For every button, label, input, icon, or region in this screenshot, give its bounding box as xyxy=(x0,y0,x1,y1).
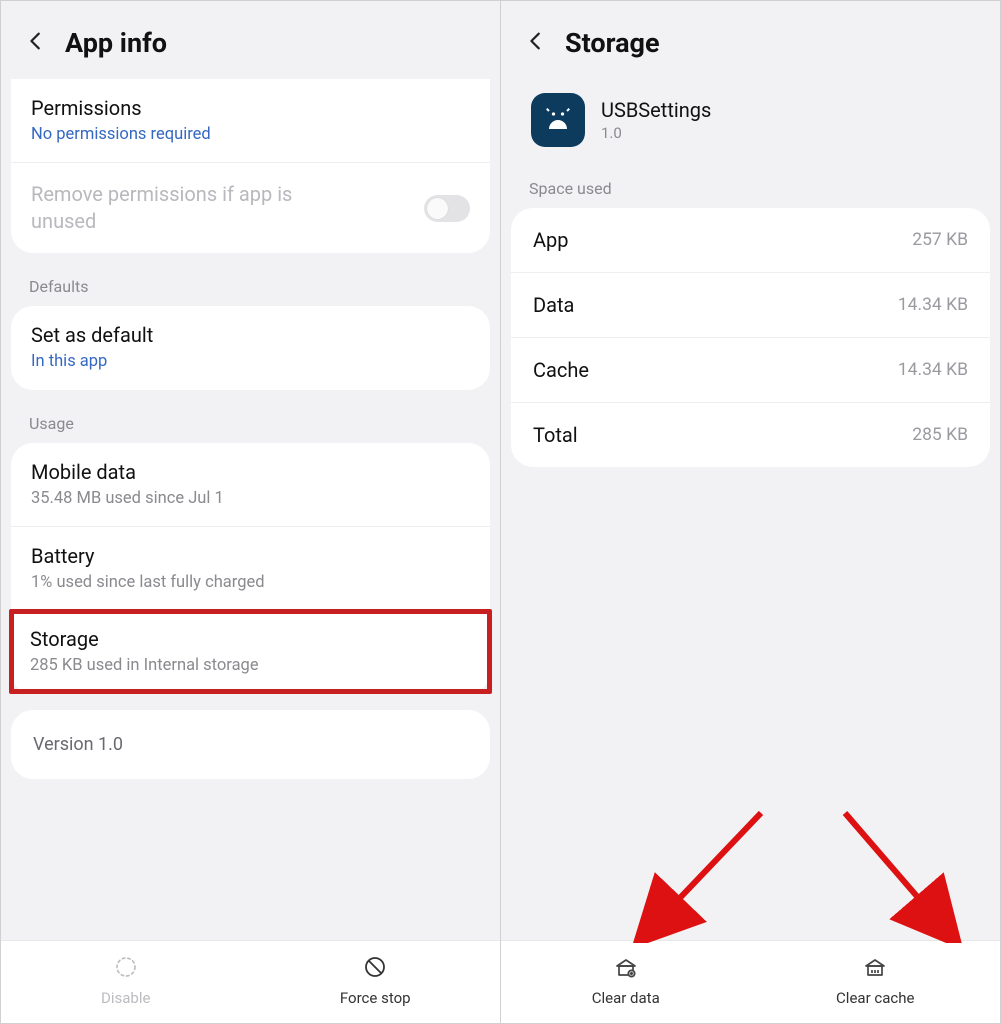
data-size-label: Data xyxy=(533,293,574,317)
row-data-size: Data 14.34 KB xyxy=(511,272,990,337)
force-stop-icon xyxy=(363,955,387,983)
card-usage: Mobile data 35.48 MB used since Jul 1 Ba… xyxy=(11,443,490,695)
app-icon xyxy=(531,93,585,147)
disable-button: Disable xyxy=(1,941,251,1023)
permissions-title: Permissions xyxy=(31,95,470,122)
row-set-default[interactable]: Set as default In this app xyxy=(11,306,490,389)
permissions-sub: No permissions required xyxy=(31,124,470,146)
storage-screen: Storage USBSettings 1.0 Space used App 2… xyxy=(501,1,1000,1023)
app-size-label: App xyxy=(533,228,569,252)
mobile-data-sub: 35.48 MB used since Jul 1 xyxy=(31,488,470,510)
disable-icon xyxy=(114,955,138,983)
disable-label: Disable xyxy=(101,989,150,1007)
header: App info xyxy=(1,1,500,79)
row-mobile-data[interactable]: Mobile data 35.48 MB used since Jul 1 xyxy=(11,443,490,526)
clear-cache-button[interactable]: Clear cache xyxy=(751,941,1001,1023)
row-battery[interactable]: Battery 1% used since last fully charged xyxy=(11,526,490,610)
app-version: 1.0 xyxy=(601,124,711,142)
battery-title: Battery xyxy=(31,543,470,570)
clear-cache-icon xyxy=(863,955,887,983)
section-space-used: Space used xyxy=(501,169,1000,208)
app-name: USBSettings xyxy=(601,98,711,122)
card-version: Version 1.0 xyxy=(11,710,490,779)
storage-sub: 285 KB used in Internal storage xyxy=(30,655,471,677)
section-defaults: Defaults xyxy=(1,267,500,306)
row-storage[interactable]: Storage 285 KB used in Internal storage xyxy=(11,610,490,694)
force-stop-label: Force stop xyxy=(340,989,411,1007)
mobile-data-title: Mobile data xyxy=(31,459,470,486)
card-defaults: Set as default In this app xyxy=(11,306,490,389)
storage-title: Storage xyxy=(30,626,471,653)
clear-data-icon xyxy=(614,955,638,983)
app-size-value: 257 KB xyxy=(912,230,968,250)
clear-data-label: Clear data xyxy=(592,989,660,1007)
battery-sub: 1% used since last fully charged xyxy=(31,572,470,594)
back-icon[interactable] xyxy=(25,30,47,56)
clear-data-button[interactable]: Clear data xyxy=(501,941,751,1023)
storage-highlight: Storage 285 KB used in Internal storage xyxy=(9,609,492,694)
page-title: App info xyxy=(65,27,167,59)
app-info-screen: App info Permissions No permissions requ… xyxy=(1,1,501,1023)
row-app-size: App 257 KB xyxy=(511,208,990,272)
clear-cache-label: Clear cache xyxy=(836,989,914,1007)
row-permissions[interactable]: Permissions No permissions required xyxy=(11,79,490,162)
row-cache-size: Cache 14.34 KB xyxy=(511,337,990,402)
data-size-value: 14.34 KB xyxy=(898,295,968,315)
cache-size-label: Cache xyxy=(533,358,589,382)
bottom-bar-left: Disable Force stop xyxy=(1,940,500,1023)
back-icon[interactable] xyxy=(525,30,547,56)
total-size-value: 285 KB xyxy=(912,425,968,445)
card-space-used: App 257 KB Data 14.34 KB Cache 14.34 KB … xyxy=(511,208,990,467)
section-usage: Usage xyxy=(1,404,500,443)
remove-permissions-label: Remove permissions if app is unused xyxy=(31,181,361,235)
app-header: USBSettings 1.0 xyxy=(501,79,1000,169)
remove-permissions-toggle[interactable] xyxy=(424,195,470,222)
version-label: Version 1.0 xyxy=(33,734,468,755)
set-default-title: Set as default xyxy=(31,322,470,349)
page-title: Storage xyxy=(565,27,660,59)
bottom-bar-right: Clear data Clear cache xyxy=(501,940,1000,1023)
cache-size-value: 14.34 KB xyxy=(898,360,968,380)
header-right: Storage xyxy=(501,1,1000,79)
set-default-sub: In this app xyxy=(31,351,470,373)
total-size-label: Total xyxy=(533,423,578,447)
row-total-size: Total 285 KB xyxy=(511,402,990,467)
card-permissions: Permissions No permissions required Remo… xyxy=(11,79,490,253)
force-stop-button[interactable]: Force stop xyxy=(251,941,501,1023)
row-remove-permissions: Remove permissions if app is unused xyxy=(11,162,490,253)
